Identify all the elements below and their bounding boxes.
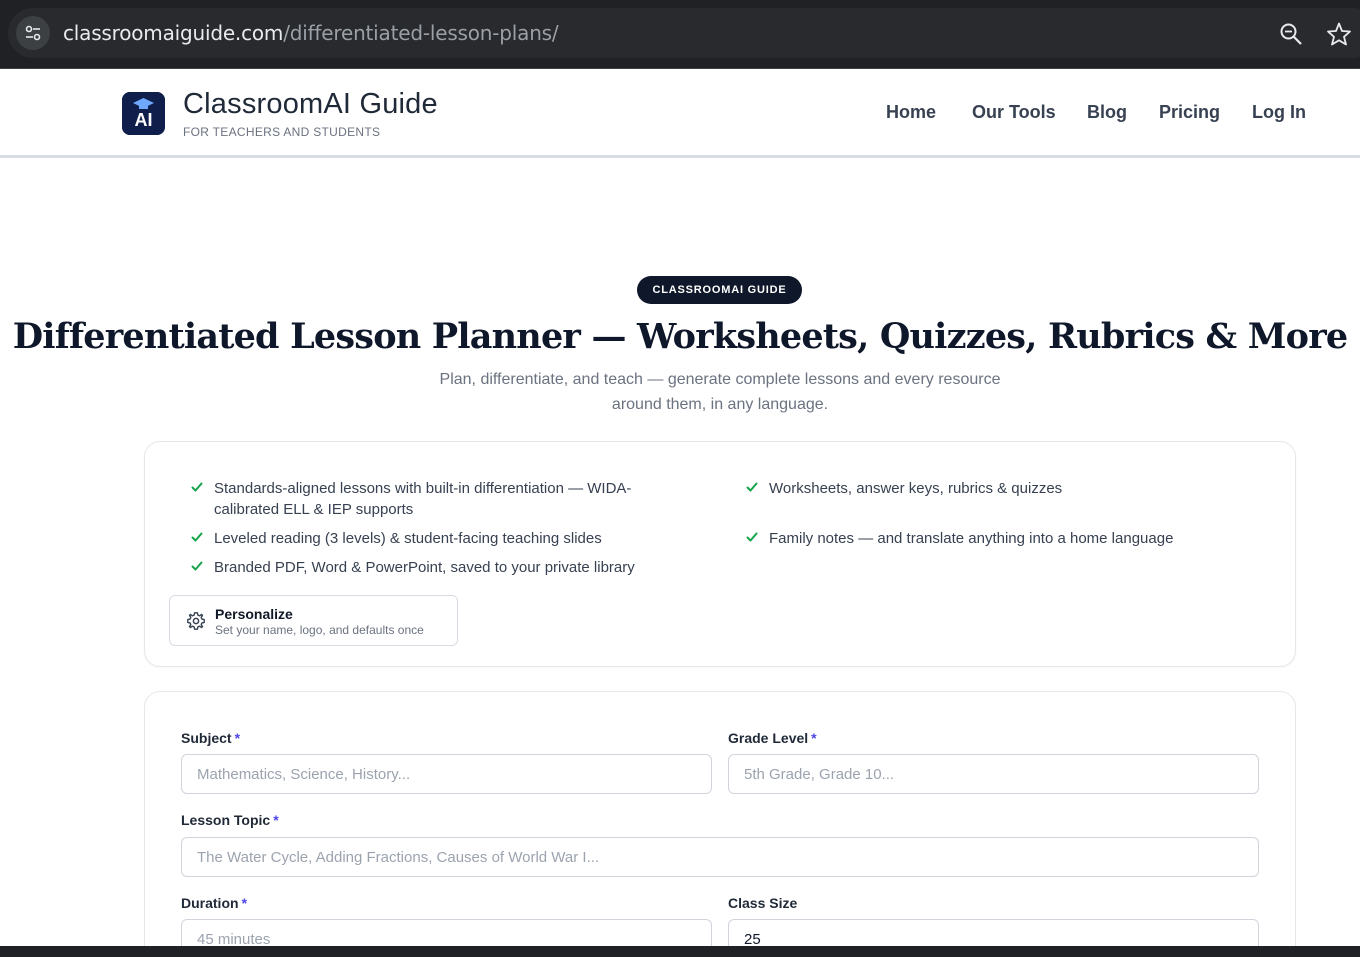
personalize-subtitle: Set your name, logo, and defaults once bbox=[215, 623, 424, 637]
personalize-title: Personalize bbox=[215, 606, 293, 622]
check-icon bbox=[191, 561, 203, 571]
subject-label-text: Subject bbox=[181, 730, 232, 746]
grade-level-input[interactable] bbox=[728, 754, 1259, 794]
subject-label: Subject * bbox=[181, 730, 240, 746]
duration-label: Duration * bbox=[181, 895, 247, 911]
gear-icon bbox=[187, 612, 205, 630]
zoom-icon[interactable] bbox=[1279, 22, 1303, 46]
lesson-topic-input[interactable] bbox=[181, 837, 1259, 877]
address-bar[interactable]: classroomaiguide.com/differentiated-less… bbox=[8, 8, 1360, 58]
brand-tagline: FOR TEACHERS AND STUDENTS bbox=[183, 125, 381, 139]
lesson-topic-label-text: Lesson Topic bbox=[181, 812, 271, 828]
url-text[interactable]: classroomaiguide.com/differentiated-less… bbox=[63, 21, 559, 45]
nav-home[interactable]: Home bbox=[886, 102, 936, 123]
nav-pricing[interactable]: Pricing bbox=[1159, 102, 1220, 123]
brand-name[interactable]: ClassroomAI Guide bbox=[183, 88, 438, 121]
check-icon bbox=[746, 482, 758, 492]
feature-text: calibrated ELL & IEP supports bbox=[214, 501, 414, 518]
check-icon bbox=[191, 532, 203, 542]
check-icon bbox=[746, 532, 758, 542]
feature-text: Standards-aligned lessons with built-in … bbox=[214, 480, 632, 497]
logo-icon[interactable]: AI bbox=[122, 92, 165, 135]
check-icon bbox=[191, 482, 203, 492]
nav-log-in[interactable]: Log In bbox=[1252, 102, 1306, 123]
nav-our-tools[interactable]: Our Tools bbox=[972, 102, 1056, 123]
subject-input[interactable] bbox=[181, 754, 712, 794]
grade-level-label: Grade Level * bbox=[728, 730, 817, 746]
bottom-bar bbox=[0, 946, 1360, 957]
class-size-label: Class Size bbox=[728, 895, 798, 911]
required-mark: * bbox=[234, 730, 241, 746]
tune-icon[interactable] bbox=[16, 16, 50, 50]
grade-level-label-text: Grade Level bbox=[728, 730, 809, 746]
feature-text: Family notes — and translate anything in… bbox=[769, 530, 1174, 547]
subtitle-line-2: around them, in any language. bbox=[611, 396, 829, 413]
nav-blog[interactable]: Blog bbox=[1087, 102, 1127, 123]
site-header: AI ClassroomAI Guide FOR TEACHERS AND ST… bbox=[0, 70, 1360, 158]
page-subtitle: Plan, differentiate, and teach — generat… bbox=[420, 367, 1020, 417]
lesson-form-card bbox=[144, 691, 1296, 957]
logo-text: AI bbox=[135, 110, 153, 130]
feature-text: Leveled reading (3 levels) & student-fac… bbox=[214, 530, 602, 547]
hero-badge: CLASSROOMAI GUIDE bbox=[637, 276, 802, 304]
browser-toolbar: classroomaiguide.com/differentiated-less… bbox=[0, 0, 1360, 69]
page-title: Differentiated Lesson Planner — Workshee… bbox=[12, 316, 1348, 357]
star-icon[interactable] bbox=[1326, 21, 1352, 47]
subtitle-line-1: Plan, differentiate, and teach — generat… bbox=[439, 371, 1001, 388]
url-host: classroomaiguide.com bbox=[63, 21, 284, 45]
required-mark: * bbox=[273, 812, 279, 828]
feature-text: Branded PDF, Word & PowerPoint, saved to… bbox=[214, 559, 635, 576]
personalize-button[interactable]: Personalize Set your name, logo, and def… bbox=[169, 595, 458, 646]
required-mark: * bbox=[241, 895, 248, 911]
feature-text: Worksheets, answer keys, rubrics & quizz… bbox=[769, 480, 1063, 497]
duration-label-text: Duration bbox=[181, 895, 239, 911]
lesson-topic-label: Lesson Topic * bbox=[181, 812, 279, 828]
url-path: /differentiated-lesson-plans/ bbox=[283, 21, 559, 45]
required-mark: * bbox=[811, 730, 817, 746]
